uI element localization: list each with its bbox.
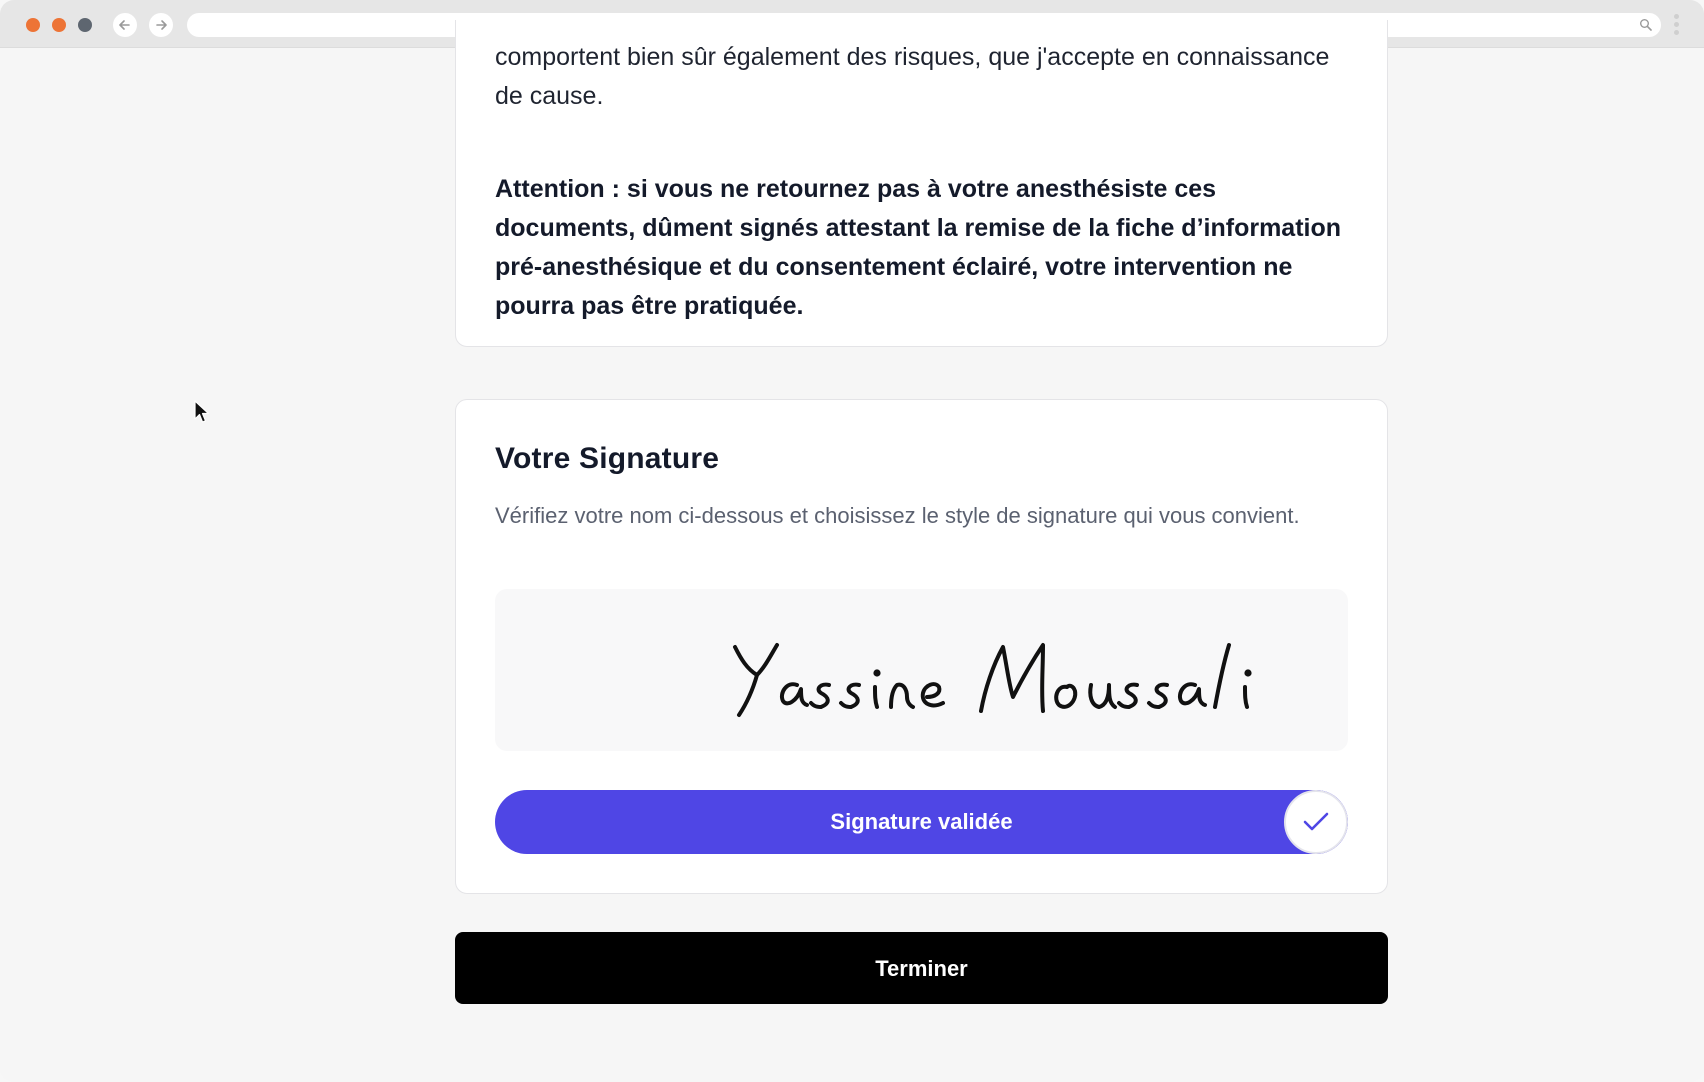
consent-warning-text: Attention : si vous ne retournez pas à v… [495, 175, 1342, 320]
consent-card: comportent bien sûr également des risque… [455, 20, 1388, 347]
minimize-window-button[interactable] [52, 18, 66, 32]
mouse-pointer-icon [194, 400, 210, 423]
slider-handle[interactable] [1284, 790, 1348, 854]
finish-button[interactable]: Terminer [455, 932, 1388, 1004]
signature-description: Vérifiez votre nom ci-dessous et choisis… [495, 503, 1300, 528]
arrow-left-icon [119, 20, 130, 30]
signature-status-label: Signature validée [830, 809, 1013, 834]
signature-drawing [733, 643, 1252, 717]
signature-title: Votre Signature [495, 442, 720, 475]
close-window-button[interactable] [26, 18, 40, 32]
signature-card: Votre Signature Vérifiez votre nom ci-de… [455, 399, 1388, 894]
kebab-menu-icon[interactable] [1672, 14, 1680, 38]
signature-validate-slider[interactable]: Signature validée [495, 790, 1348, 854]
consent-body-text: comportent bien sûr également des risque… [495, 43, 1330, 110]
forward-button[interactable] [149, 13, 173, 37]
back-button[interactable] [113, 13, 137, 37]
maximize-window-button[interactable] [78, 18, 92, 32]
arrow-right-icon [156, 20, 167, 30]
signature-preview[interactable] [495, 589, 1348, 751]
browser-window: comportent bien sûr également des risque… [0, 0, 1704, 1082]
search-icon[interactable] [1639, 18, 1653, 32]
check-icon [1303, 812, 1329, 831]
